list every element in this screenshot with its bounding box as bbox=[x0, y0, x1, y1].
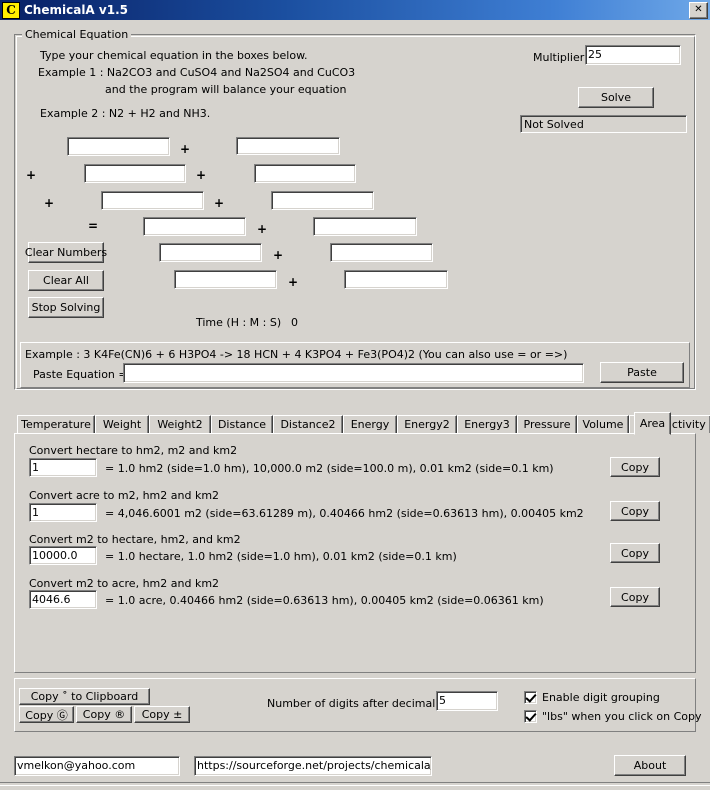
equation-input-10[interactable] bbox=[330, 243, 433, 262]
conversion-result-1: = 1.0 hm2 (side=1.0 hm), 10,000.0 m2 (si… bbox=[105, 462, 554, 475]
chemical-equation-legend: Chemical Equation bbox=[22, 28, 132, 41]
tab-energy2[interactable]: Energy2 bbox=[397, 415, 457, 434]
equation-input-2[interactable] bbox=[236, 137, 340, 155]
equation-input-3[interactable] bbox=[84, 164, 186, 183]
tab-distance[interactable]: Distance bbox=[211, 415, 273, 434]
paste-equation-label: Paste Equation = bbox=[33, 368, 128, 381]
copy-registered-button[interactable]: Copy ® bbox=[76, 706, 132, 723]
solve-status: Not Solved bbox=[520, 115, 687, 133]
equation-input-8[interactable] bbox=[313, 217, 417, 236]
conversion-input-3[interactable]: 10000.0 bbox=[29, 546, 97, 565]
operator-plus: + bbox=[26, 168, 37, 182]
tab-temperature[interactable]: Temperature bbox=[17, 415, 95, 434]
time-label: Time (H : M : S) bbox=[196, 316, 282, 329]
copy-button-3[interactable]: Copy bbox=[610, 543, 660, 563]
solve-button[interactable]: Solve bbox=[578, 87, 654, 108]
paste-equation-input[interactable] bbox=[123, 363, 584, 383]
operator-plus: + bbox=[214, 196, 225, 210]
project-url-field[interactable]: https://sourceforge.net/projects/chemica… bbox=[194, 756, 432, 776]
operator-plus: + bbox=[196, 168, 207, 182]
example1-continuation-text: and the program will balance your equati… bbox=[105, 83, 347, 96]
paste-example-text: Example : 3 K4Fe(CN)6 + 6 H3PO4 -> 18 HC… bbox=[25, 348, 568, 361]
tabstrip: Temperature Weight Weight2 Distance Dist… bbox=[14, 412, 710, 434]
title-bar[interactable]: C ChemicalA v1.5 ✕ bbox=[0, 0, 710, 20]
equation-input-6[interactable] bbox=[271, 191, 374, 210]
conversion-input-4[interactable]: 4046.6 bbox=[29, 590, 97, 609]
conversion-title-3: Convert m2 to hectare, hm2, and km2 bbox=[29, 533, 241, 546]
operator-equals: = bbox=[88, 219, 99, 233]
paste-button[interactable]: Paste bbox=[600, 362, 684, 383]
time-value: 0 bbox=[291, 316, 298, 329]
equation-input-9[interactable] bbox=[159, 243, 262, 262]
operator-plus: + bbox=[257, 222, 268, 236]
operator-plus: + bbox=[180, 142, 191, 156]
operator-plus: + bbox=[288, 275, 299, 289]
clear-numbers-button[interactable]: Clear Numbers bbox=[25, 242, 107, 263]
operator-plus: + bbox=[44, 196, 55, 210]
tab-energy3[interactable]: Energy3 bbox=[457, 415, 517, 434]
conversion-title-1: Convert hectare to hm2, m2 and km2 bbox=[29, 444, 238, 457]
checkbox-lbs-on-copy-label: "lbs" when you click on Copy bbox=[542, 710, 702, 723]
operator-plus: + bbox=[273, 248, 284, 262]
tab-area[interactable]: Area bbox=[634, 412, 671, 435]
copy-copyright-button[interactable]: Copy Ⓖ bbox=[19, 706, 74, 723]
tab-pressure[interactable]: Pressure bbox=[517, 415, 577, 434]
copy-plusminus-button[interactable]: Copy ± bbox=[134, 706, 190, 723]
digits-input[interactable]: 5 bbox=[436, 691, 498, 711]
multiplier-label: Multiplier bbox=[533, 51, 585, 64]
conversion-result-3: = 1.0 hectare, 1.0 hm2 (side=1.0 hm), 0.… bbox=[105, 550, 457, 563]
tab-distance2[interactable]: Distance2 bbox=[273, 415, 343, 434]
tab-weight2[interactable]: Weight2 bbox=[149, 415, 211, 434]
checkbox-digit-grouping[interactable]: Enable digit grouping bbox=[524, 691, 660, 704]
equation-input-11[interactable] bbox=[174, 270, 277, 289]
window-title: ChemicalA v1.5 bbox=[24, 3, 128, 17]
conversion-result-4: = 1.0 acre, 0.40466 hm2 (side=0.63613 hm… bbox=[105, 594, 544, 607]
example2-text: Example 2 : N2 + H2 and NH3. bbox=[40, 107, 211, 120]
about-button[interactable]: About bbox=[614, 755, 686, 776]
conversion-title-2: Convert acre to m2, hm2 and km2 bbox=[29, 489, 220, 502]
checkbox-digit-grouping-label: Enable digit grouping bbox=[542, 691, 660, 704]
tab-weight[interactable]: Weight bbox=[95, 415, 149, 434]
equation-input-5[interactable] bbox=[101, 191, 204, 210]
copy-button-2[interactable]: Copy bbox=[610, 501, 660, 521]
equation-input-7[interactable] bbox=[143, 217, 246, 236]
conversion-input-1[interactable]: 1 bbox=[29, 458, 97, 477]
checkbox-lbs-on-copy-box[interactable] bbox=[524, 710, 537, 723]
email-field[interactable]: vmelkon@yahoo.com bbox=[14, 756, 180, 776]
equation-input-4[interactable] bbox=[254, 164, 356, 183]
copy-to-clipboard-button[interactable]: Copy ˚ to Clipboard bbox=[19, 688, 150, 705]
tab-volume[interactable]: Volume bbox=[577, 415, 629, 434]
checkbox-lbs-on-copy[interactable]: "lbs" when you click on Copy bbox=[524, 710, 701, 723]
clear-all-button[interactable]: Clear All bbox=[28, 270, 104, 291]
instruction-text: Type your chemical equation in the boxes… bbox=[40, 49, 308, 62]
app-c-icon: C bbox=[2, 1, 20, 19]
copy-button-4[interactable]: Copy bbox=[610, 587, 660, 607]
conversion-title-4: Convert m2 to acre, hm2 and km2 bbox=[29, 577, 220, 590]
conversion-input-2[interactable]: 1 bbox=[29, 503, 97, 522]
equation-input-1[interactable] bbox=[67, 137, 170, 156]
copy-button-1[interactable]: Copy bbox=[610, 457, 660, 477]
close-icon[interactable]: ✕ bbox=[689, 2, 708, 19]
conversion-result-2: = 4,046.6001 m2 (side=63.61289 m), 0.404… bbox=[105, 507, 584, 520]
example1-text: Example 1 : Na2CO3 and CuSO4 and Na2SO4 … bbox=[38, 66, 356, 79]
bottom-separator bbox=[0, 782, 710, 786]
multiplier-input[interactable]: 25 bbox=[585, 45, 681, 65]
stop-solving-button[interactable]: Stop Solving bbox=[28, 297, 104, 318]
checkbox-digit-grouping-box[interactable] bbox=[524, 691, 537, 704]
tab-energy[interactable]: Energy bbox=[343, 415, 397, 434]
equation-input-12[interactable] bbox=[344, 270, 448, 289]
